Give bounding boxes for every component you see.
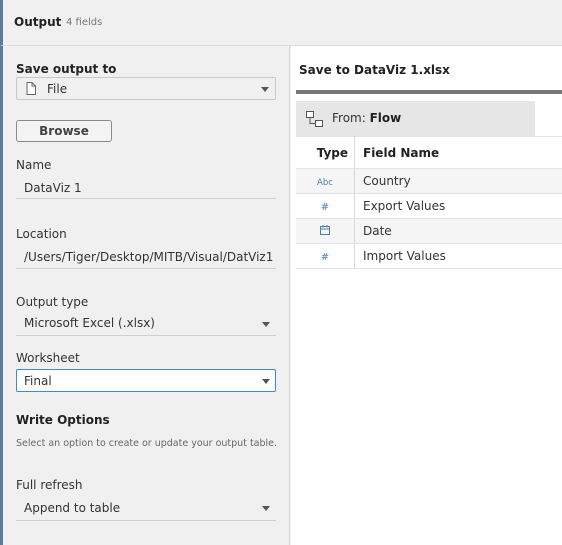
location-input[interactable]: /Users/Tiger/Desktop/MITB/Visual/DatViz1 (24, 250, 273, 264)
number-type-icon: # (320, 252, 330, 263)
name-label: Name (16, 158, 52, 172)
full-refresh-label: Full refresh (16, 478, 83, 492)
field-table: Type Field Name Abc Country # Export Val… (296, 136, 562, 269)
chevron-down-icon (262, 506, 270, 511)
save-output-select[interactable]: File (16, 77, 276, 100)
output-type-select[interactable]: Microsoft Excel (.xlsx) (24, 316, 155, 330)
table-row[interactable]: # Export Values (296, 193, 562, 219)
number-type-icon: # (320, 202, 330, 213)
name-underline (16, 198, 276, 199)
table-row[interactable]: Date (296, 218, 562, 244)
field-name-cell: Country (354, 168, 562, 194)
worksheet-label: Worksheet (16, 351, 80, 365)
field-name-cell: Date (354, 218, 562, 244)
chevron-down-icon (262, 379, 270, 384)
type-column-header: Type (296, 136, 355, 169)
from-value: Flow (369, 111, 402, 125)
field-name-column-header: Field Name (354, 136, 562, 169)
chevron-down-icon (262, 322, 270, 327)
string-type-icon: Abc (317, 178, 333, 188)
preview-panel: Save to DataViz 1.xlsx From: Flow Type F… (291, 46, 562, 545)
write-options-help: Select an option to create or update you… (16, 438, 278, 449)
save-output-value: File (47, 82, 68, 96)
table-header-row: Type Field Name (296, 136, 562, 169)
output-type-label: Output type (16, 295, 89, 309)
location-underline (16, 268, 276, 269)
table-row[interactable]: # Import Values (296, 243, 562, 269)
location-label: Location (16, 227, 67, 241)
divider-bar (296, 90, 562, 94)
settings-panel: Save output to File Browse Name DataViz … (0, 46, 290, 545)
flow-icon (306, 111, 323, 127)
save-output-label: Save output to (16, 62, 117, 76)
table-row[interactable]: Abc Country (296, 168, 562, 194)
write-options-heading: Write Options (16, 413, 110, 427)
browse-button[interactable]: Browse (16, 120, 112, 142)
full-refresh-underline (16, 520, 276, 521)
from-flow-bar: From: Flow (296, 101, 535, 136)
worksheet-select[interactable]: Final (16, 369, 276, 392)
field-name-cell: Import Values (354, 243, 562, 269)
worksheet-value: Final (24, 374, 52, 388)
output-type-underline (16, 335, 276, 336)
field-name-cell: Export Values (354, 193, 562, 219)
output-header: Output 4 fields (0, 0, 562, 46)
name-input[interactable]: DataViz 1 (24, 181, 82, 195)
header-title: Output (14, 15, 62, 29)
from-prefix: From: (332, 111, 366, 125)
file-icon (26, 82, 36, 95)
date-type-icon (320, 225, 330, 235)
full-refresh-select[interactable]: Append to table (24, 501, 120, 515)
chevron-down-icon (261, 87, 269, 92)
header-field-count: 4 fields (66, 17, 103, 28)
save-to-title: Save to DataViz 1.xlsx (299, 63, 450, 77)
